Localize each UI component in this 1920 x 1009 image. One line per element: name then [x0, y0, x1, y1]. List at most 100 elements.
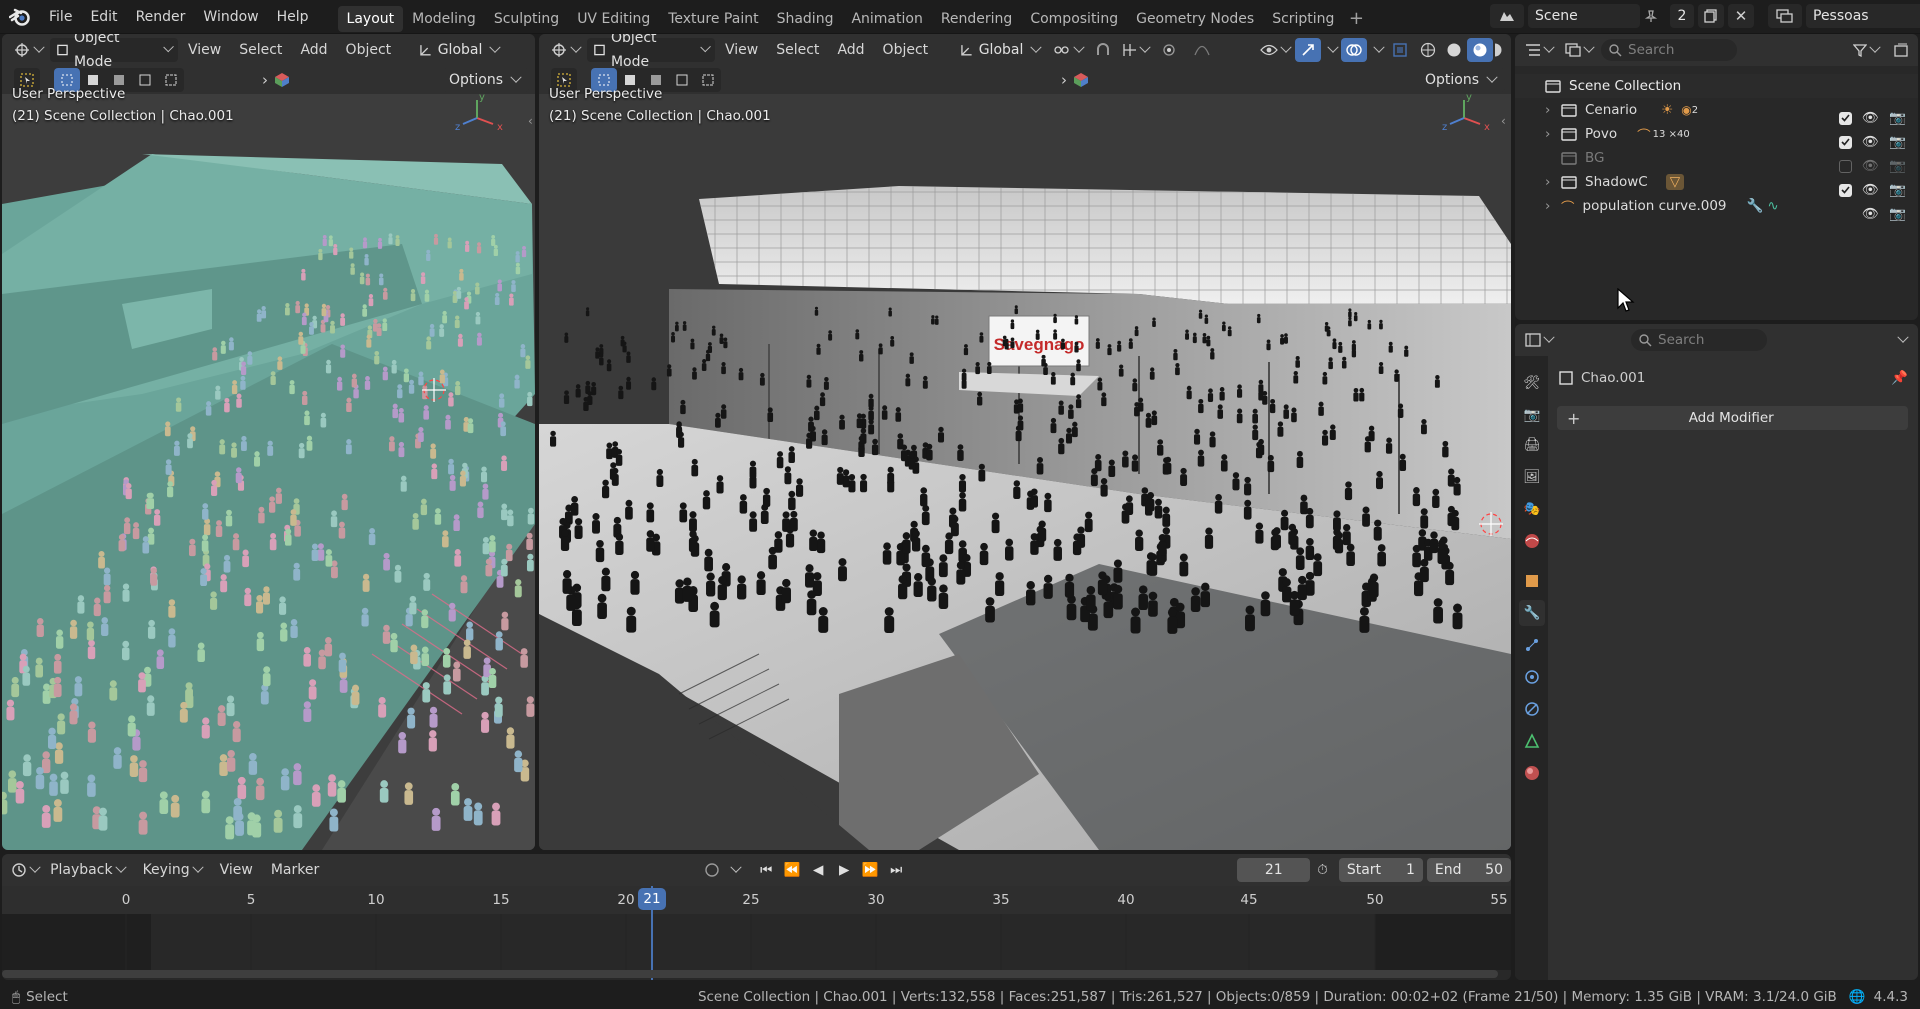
gizmo-color-cube-icon[interactable] [1073, 72, 1089, 88]
selection-invert-icon[interactable] [669, 68, 695, 92]
jump-end-icon[interactable]: ⏭ [883, 858, 909, 882]
filter-icon[interactable] [1848, 38, 1884, 62]
editor-type-timeline-icon[interactable] [10, 858, 41, 882]
tool-tab-icon[interactable]: 🛠 [1519, 370, 1545, 396]
scene-name-field[interactable]: Scene [1528, 4, 1640, 28]
workspace-tab-modeling[interactable]: Modeling [403, 6, 485, 32]
viewport-main[interactable]: Object Mode View Select Add Object Globa… [539, 34, 1511, 850]
physics-tab-icon[interactable] [1519, 664, 1545, 690]
delete-scene-icon[interactable]: ✕ [1728, 4, 1754, 28]
object-tab-icon[interactable] [1519, 568, 1545, 594]
start-frame-field[interactable]: Start 1 [1338, 858, 1423, 882]
frame-ruler[interactable]: 0 5 10 15 20 25 30 35 40 45 50 55 [2, 886, 1511, 914]
selection-intersect-icon[interactable] [158, 68, 184, 92]
timeline-scrollbar[interactable] [2, 970, 1498, 978]
new-collection-icon[interactable] [1888, 38, 1914, 62]
output-tab-icon[interactable]: 🖨 [1519, 432, 1545, 458]
scene-tab-icon[interactable]: 🎭 [1519, 496, 1545, 522]
pin-icon[interactable] [1644, 9, 1666, 23]
exclude-checkbox-povo[interactable] [1839, 135, 1853, 149]
gizmo-dropdown-icon[interactable] [1323, 38, 1339, 62]
mode-dropdown[interactable]: Object Mode [587, 34, 715, 70]
add-workspace-icon[interactable]: + [1343, 6, 1369, 32]
menu-object[interactable]: Object [875, 38, 937, 62]
editor-type-outliner-icon[interactable] [1521, 38, 1557, 62]
pivot-point-icon[interactable] [1048, 38, 1088, 62]
workspace-tab-sculpting[interactable]: Sculpting [485, 6, 568, 32]
outliner-search[interactable]: Search [1601, 39, 1737, 61]
options-dropdown[interactable]: Options [443, 68, 529, 92]
workspace-tab-layout[interactable]: Layout [337, 5, 404, 32]
next-keyframe-icon[interactable]: ⏩ [857, 858, 883, 882]
workspace-tab-animation[interactable]: Animation [842, 6, 931, 32]
menu-add[interactable]: Add [829, 38, 872, 62]
material-tab-icon[interactable] [1519, 760, 1545, 786]
world-tab-icon[interactable] [1519, 528, 1545, 554]
proportional-edit-icon[interactable] [1156, 38, 1182, 62]
gizmo-toggle-icon[interactable] [1295, 38, 1321, 62]
outliner-row-scene-collection[interactable]: Scene Collection [1515, 74, 1918, 98]
selection-invert-icon[interactable] [132, 68, 158, 92]
sidebar-toggle-icon[interactable]: ‹ [1501, 114, 1506, 128]
auto-keying-icon[interactable] [699, 858, 725, 882]
snap-icon[interactable] [1090, 38, 1116, 62]
falloff-icon[interactable] [1184, 38, 1220, 62]
menu-help[interactable]: Help [268, 0, 318, 34]
xray-toggle-icon[interactable] [1387, 38, 1413, 62]
eye-icon[interactable]: 👁 [1862, 134, 1879, 150]
new-scene-icon[interactable] [1698, 4, 1724, 28]
editor-type-icon[interactable] [547, 38, 585, 62]
shading-rendered-icon[interactable] [1493, 38, 1507, 62]
menu-marker[interactable]: Marker [263, 858, 327, 882]
view-layer-tab-icon[interactable]: 🖼 [1519, 464, 1545, 490]
expand-arrow-icon[interactable]: › [1545, 198, 1561, 214]
end-frame-field[interactable]: End 50 [1426, 858, 1511, 882]
menu-select[interactable]: Select [231, 38, 290, 62]
navigation-gizmo[interactable]: x y z [1434, 90, 1494, 140]
menu-select[interactable]: Select [768, 38, 827, 62]
gizmo-color-cube-icon[interactable] [274, 72, 290, 88]
overlays-dropdown-icon[interactable] [1369, 38, 1385, 62]
transform-orientation-dropdown[interactable]: Global [413, 38, 505, 62]
sidebar-toggle-icon[interactable]: ‹ [528, 114, 533, 128]
render-tab-icon[interactable]: 📷 [1519, 402, 1545, 428]
editor-type-icon[interactable] [10, 38, 48, 62]
exclude-checkbox-cenario[interactable] [1839, 111, 1853, 125]
gizmo-expand-icon[interactable]: › [262, 71, 268, 89]
camera-render-icon[interactable]: 📷 [1889, 110, 1906, 126]
modifier-tab-icon[interactable]: 🔧 [1519, 600, 1545, 626]
workspace-tab-scripting[interactable]: Scripting [1263, 6, 1343, 32]
particles-tab-icon[interactable] [1519, 632, 1545, 658]
timeline-track-area[interactable]: 0 5 10 15 20 25 30 35 40 45 50 55 21 [2, 886, 1511, 980]
view-layer-name-field[interactable]: Pessoas [1806, 4, 1920, 28]
workspace-tab-rendering[interactable]: Rendering [932, 6, 1022, 32]
jump-start-icon[interactable]: ⏮ [753, 858, 779, 882]
menu-add[interactable]: Add [292, 38, 335, 62]
workspace-tab-compositing[interactable]: Compositing [1021, 6, 1127, 32]
workspace-tab-texture-paint[interactable]: Texture Paint [659, 6, 767, 32]
playhead-frame-label[interactable]: 21 [638, 888, 666, 910]
play-reverse-icon[interactable]: ◀ [805, 858, 831, 882]
preview-range-icon[interactable]: ⏱ [1312, 858, 1333, 882]
menu-object[interactable]: Object [338, 38, 400, 62]
menu-window[interactable]: Window [194, 0, 267, 34]
camera-render-icon[interactable]: 📷 [1889, 134, 1906, 150]
properties-options-icon[interactable] [1888, 328, 1914, 352]
snap-target-icon[interactable] [1118, 38, 1154, 62]
eye-icon[interactable]: 👁 [1862, 182, 1879, 198]
current-frame-field[interactable]: 21 [1237, 858, 1311, 882]
overlays-toggle-icon[interactable] [1341, 38, 1367, 62]
selection-intersect-icon[interactable] [695, 68, 721, 92]
editor-type-properties-icon[interactable] [1521, 328, 1557, 352]
transform-orientation-dropdown[interactable]: Global [954, 38, 1046, 62]
camera-render-icon[interactable]: 📷 [1889, 182, 1906, 198]
workspace-tab-uv-editing[interactable]: UV Editing [568, 6, 659, 32]
shading-material-icon[interactable] [1467, 38, 1493, 62]
keying-set-dropdown-icon[interactable] [727, 858, 742, 882]
shading-solid-icon[interactable] [1441, 38, 1467, 62]
visibility-icon[interactable] [1257, 38, 1293, 62]
expand-arrow-icon[interactable]: › [1545, 126, 1561, 142]
exclude-checkbox-bg[interactable] [1839, 159, 1853, 173]
display-mode-icon[interactable] [1561, 38, 1597, 62]
workspace-tab-shading[interactable]: Shading [768, 6, 843, 32]
